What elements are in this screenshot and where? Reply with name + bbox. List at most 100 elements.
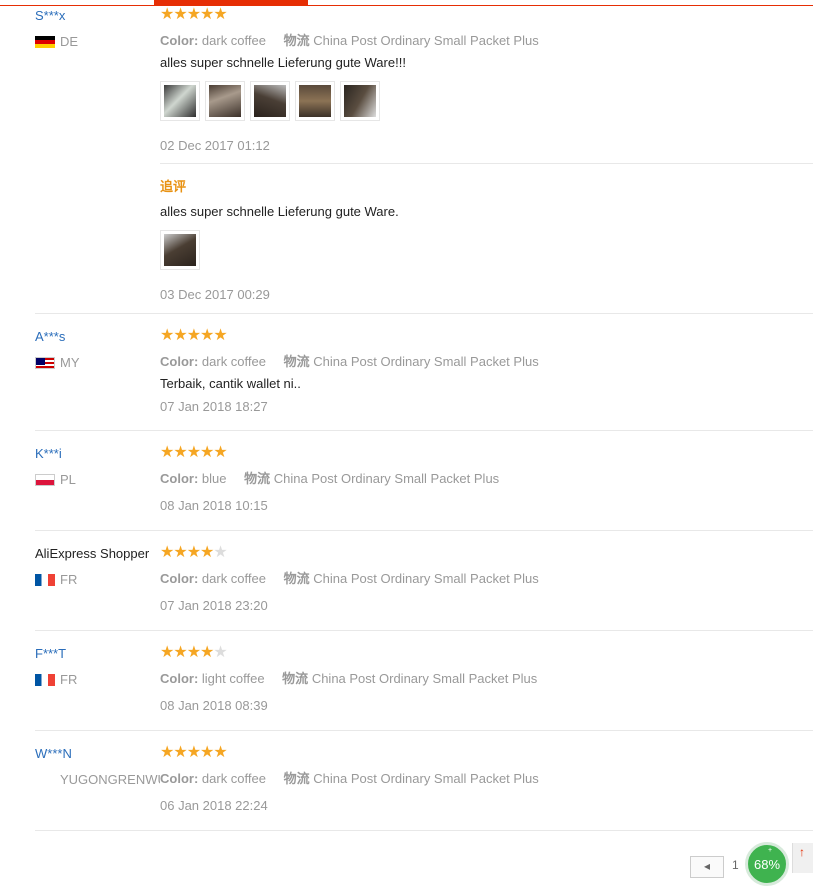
top-tab-bar xyxy=(0,0,813,6)
color-value: blue xyxy=(201,471,227,486)
reviewer-country: MY xyxy=(35,355,80,370)
shipping-label: 物流 xyxy=(244,471,271,486)
shipping-label: 物流 xyxy=(283,33,310,48)
star-rating: ★★★★★ xyxy=(160,6,228,23)
shipping-value: China Post Ordinary Small Packet Plus xyxy=(311,671,538,686)
review-divider xyxy=(35,430,813,431)
star-icon: ★★★★★ xyxy=(160,6,228,23)
reviewer-country: FR xyxy=(35,572,77,587)
empty-star-icon: ★ xyxy=(213,644,227,661)
review-divider xyxy=(35,313,813,314)
empty-star-icon: ★ xyxy=(213,544,227,561)
country-code: PL xyxy=(60,472,76,487)
country-code: FR xyxy=(60,672,78,687)
france-flag-icon xyxy=(35,673,55,686)
review-date: 07 Jan 2018 23:20 xyxy=(160,598,268,613)
followup-text: alles super schnelle Lieferung gute Ware… xyxy=(160,204,399,219)
star-rating: ★★★★★ xyxy=(160,544,228,561)
order-attributes: Color: dark coffee 物流 China Post Ordinar… xyxy=(160,568,539,587)
star-rating: ★★★★★ xyxy=(160,327,228,344)
star-icon: ★★★★★ xyxy=(160,327,228,344)
color-label: Color: xyxy=(160,771,199,786)
color-value: dark coffee xyxy=(201,771,266,786)
country-code: FR xyxy=(60,572,78,587)
arrow-up-icon: ↑ xyxy=(799,845,805,859)
followup-label: 追评 xyxy=(160,179,187,194)
review-photo-thumbnail[interactable] xyxy=(340,81,380,121)
country-code: YUGONGRENWU xyxy=(60,772,160,787)
poland-flag-icon xyxy=(35,473,55,486)
plus-icon: + xyxy=(768,847,773,854)
star-icon: ★★★★ xyxy=(160,544,214,561)
color-label: Color: xyxy=(160,354,199,369)
followup-divider xyxy=(160,163,813,164)
tab-underline xyxy=(0,5,813,6)
review-date: 08 Jan 2018 08:39 xyxy=(160,698,268,713)
review-date: 02 Dec 2017 01:12 xyxy=(160,138,270,153)
order-attributes: Color: light coffee 物流 China Post Ordina… xyxy=(160,668,537,687)
star-rating: ★★★★★ xyxy=(160,444,228,461)
order-attributes: Color: dark coffee 物流 China Post Ordinar… xyxy=(160,351,539,370)
shipping-label: 物流 xyxy=(283,354,310,369)
shipping-value: China Post Ordinary Small Packet Plus xyxy=(313,354,539,369)
malaysia-flag-icon xyxy=(35,356,55,369)
shipping-label: 物流 xyxy=(283,571,310,586)
france-flag-icon xyxy=(35,573,55,586)
color-label: Color: xyxy=(160,571,199,586)
reviewer-country: PL xyxy=(35,472,76,487)
review-date: 07 Jan 2018 18:27 xyxy=(160,399,268,414)
star-rating: ★★★★★ xyxy=(160,644,228,661)
star-icon: ★★★★★ xyxy=(160,444,228,461)
reviewer-country: DE xyxy=(35,34,78,49)
followup-date: 03 Dec 2017 00:29 xyxy=(160,287,270,302)
review-text: alles super schnelle Lieferung gute Ware… xyxy=(160,55,406,70)
shipping-value: China Post Ordinary Small Packet Plus xyxy=(273,471,500,486)
review-divider xyxy=(35,730,813,731)
back-to-top-button[interactable]: ↑ xyxy=(792,843,813,873)
color-label: Color: xyxy=(160,471,199,486)
review-photo-thumbnail[interactable] xyxy=(160,81,200,121)
followup-photos xyxy=(160,230,200,270)
review-photos xyxy=(160,81,380,121)
review-date: 08 Jan 2018 10:15 xyxy=(160,498,268,513)
review-photo-thumbnail[interactable] xyxy=(160,230,200,270)
color-value: dark coffee xyxy=(201,33,266,48)
review-divider xyxy=(35,530,813,531)
review-divider xyxy=(35,830,813,831)
star-icon: ★★★★★ xyxy=(160,744,228,761)
color-label: Color: xyxy=(160,33,199,48)
reviewer-name[interactable]: S***x xyxy=(35,8,65,23)
reviewer-name[interactable]: W***N xyxy=(35,746,72,761)
reviewer-country: YUGONGRENWU xyxy=(60,772,160,787)
shipping-label: 物流 xyxy=(282,671,309,686)
reviewer-name: AliExpress Shopper xyxy=(35,546,150,561)
progress-value: 68% xyxy=(753,856,781,872)
reviewer-name[interactable]: F***T xyxy=(35,646,66,661)
progress-badge[interactable]: + 68% xyxy=(745,842,789,886)
color-value: light coffee xyxy=(201,671,265,686)
shipping-value: China Post Ordinary Small Packet Plus xyxy=(313,33,539,48)
star-rating: ★★★★★ xyxy=(160,744,228,761)
germany-flag-icon xyxy=(35,35,55,48)
review-date: 06 Jan 2018 22:24 xyxy=(160,798,268,813)
color-value: dark coffee xyxy=(201,571,266,586)
reviewer-name[interactable]: K***i xyxy=(35,446,62,461)
shipping-value: China Post Ordinary Small Packet Plus xyxy=(313,771,539,786)
shipping-value: China Post Ordinary Small Packet Plus xyxy=(313,571,539,586)
review-text: Terbaik, cantik wallet ni.. xyxy=(160,376,301,391)
review-divider xyxy=(35,630,813,631)
color-value: dark coffee xyxy=(201,354,266,369)
color-label: Color: xyxy=(160,671,199,686)
star-icon: ★★★★ xyxy=(160,644,214,661)
review-photo-thumbnail[interactable] xyxy=(295,81,335,121)
reviewer-country: FR xyxy=(35,672,77,687)
reviewer-name[interactable]: A***s xyxy=(35,329,65,344)
order-attributes: Color: dark coffee 物流 China Post Ordinar… xyxy=(160,768,539,787)
country-code: MY xyxy=(60,355,80,370)
shipping-label: 物流 xyxy=(283,771,310,786)
review-photo-thumbnail[interactable] xyxy=(205,81,245,121)
prev-page-button[interactable]: ◂ xyxy=(690,856,724,878)
order-attributes: Color: blue 物流 China Post Ordinary Small… xyxy=(160,468,499,487)
order-attributes: Color: dark coffee 物流 China Post Ordinar… xyxy=(160,30,539,49)
review-photo-thumbnail[interactable] xyxy=(250,81,290,121)
